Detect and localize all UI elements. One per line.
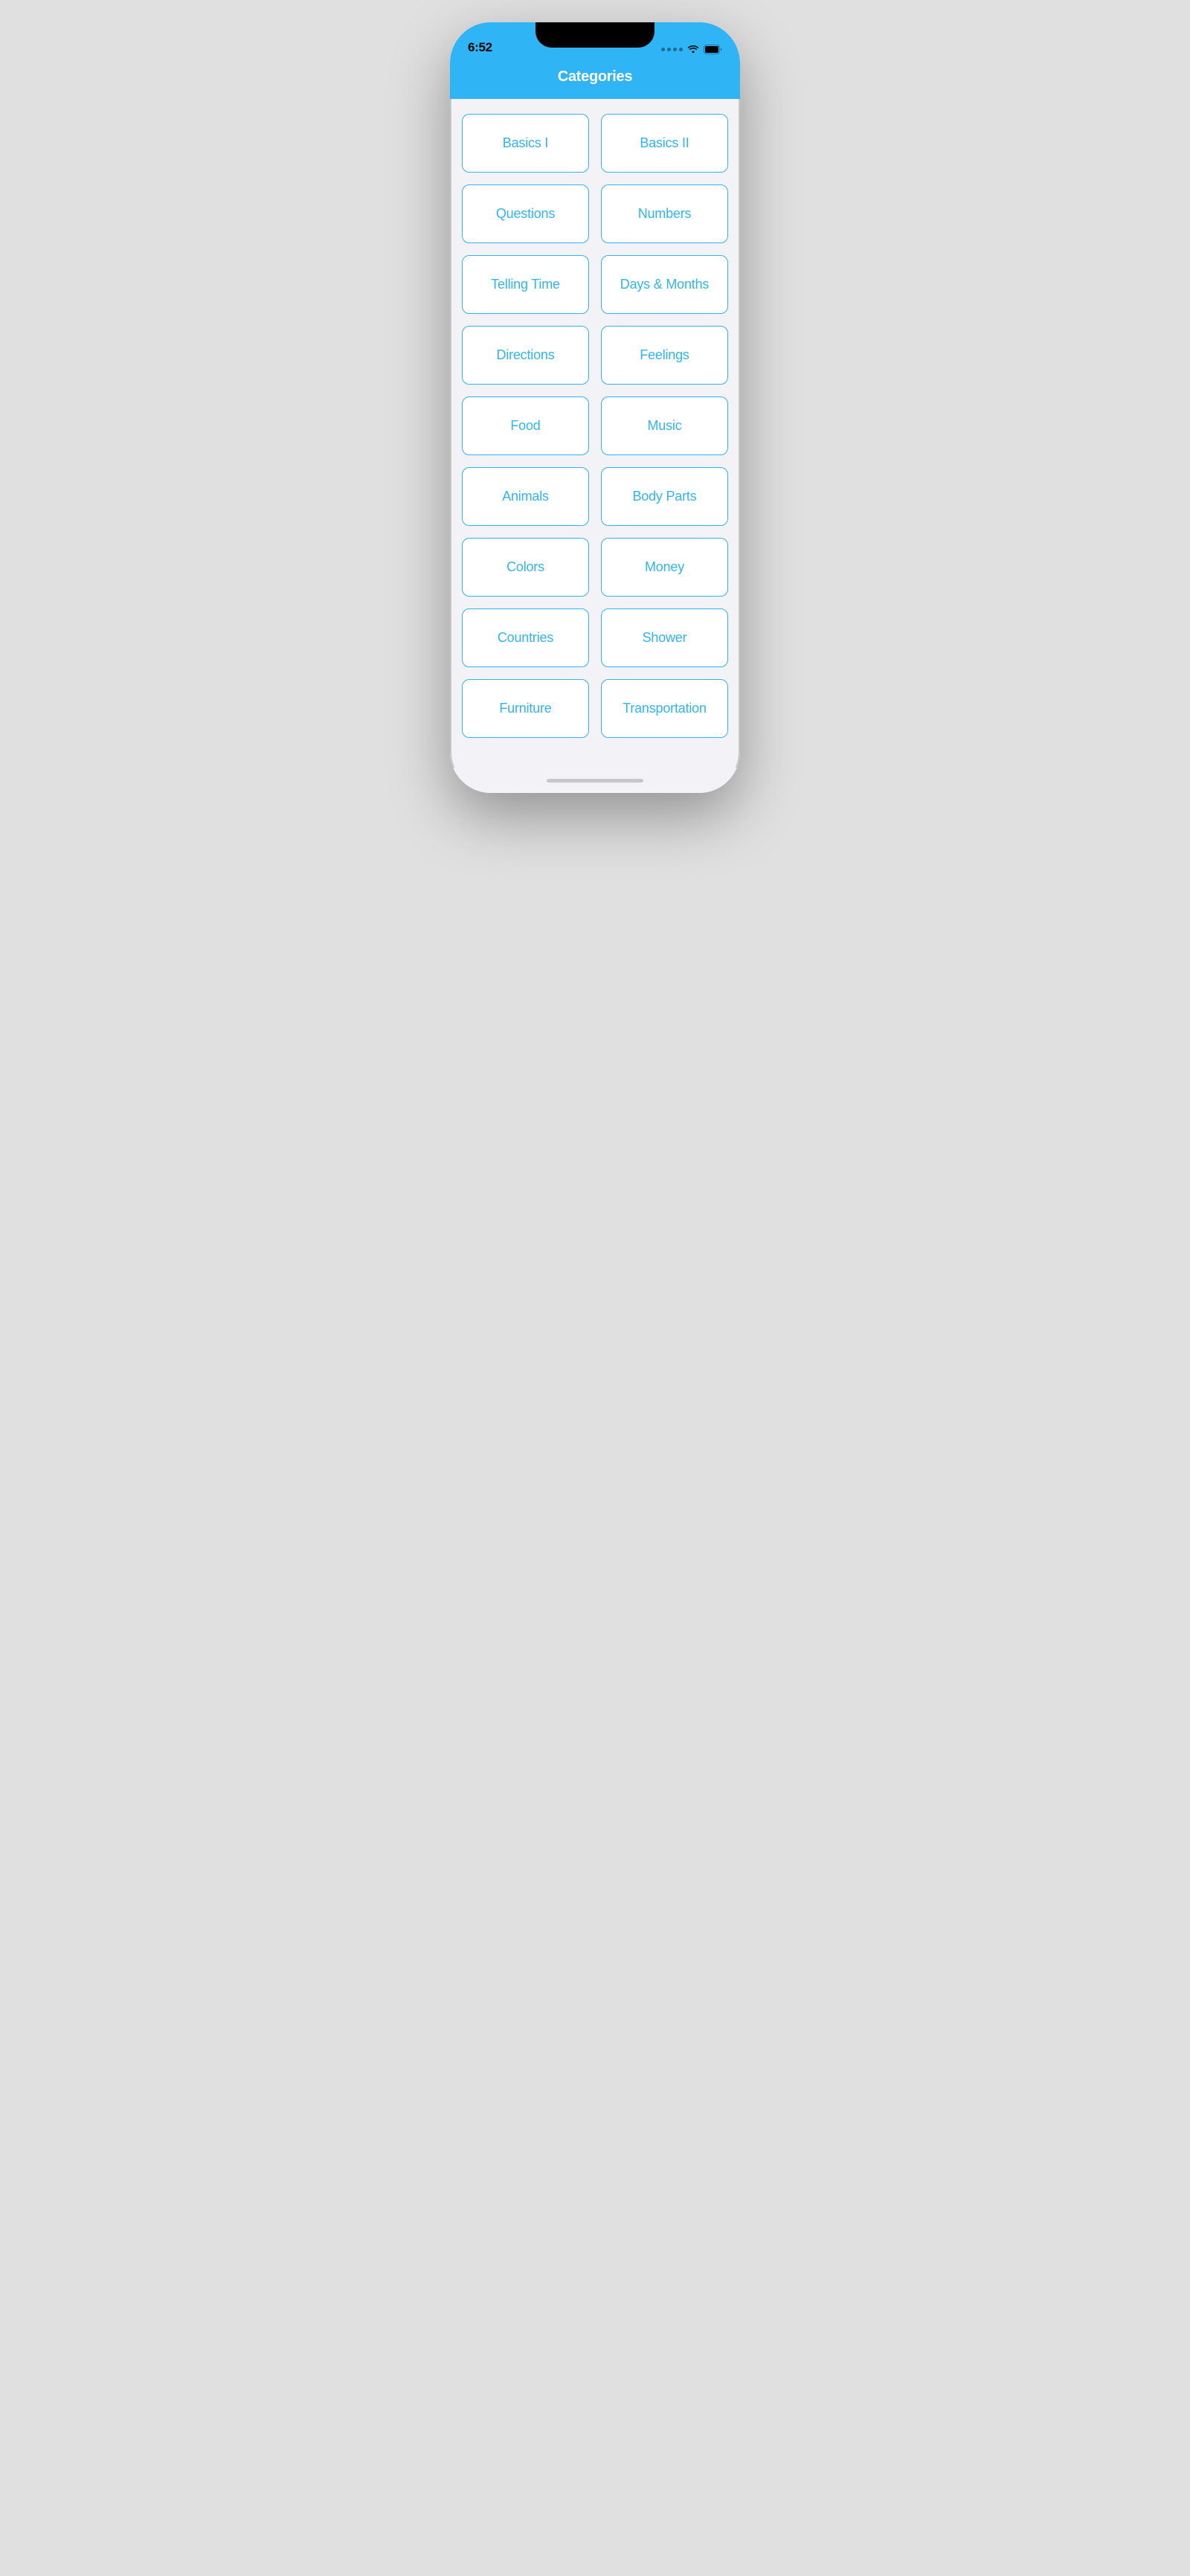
signal-dot [661, 48, 665, 51]
category-button[interactable]: Shower [601, 608, 728, 667]
app-header: Categories [450, 60, 740, 99]
category-label: Animals [502, 489, 549, 504]
category-label: Numbers [638, 206, 692, 221]
category-label: Directions [496, 347, 554, 362]
category-button[interactable]: Colors [462, 538, 589, 597]
notch [536, 22, 654, 48]
categories-grid: Basics I Basics II Questions Numbers Telling… [462, 114, 728, 738]
signal-dot [667, 48, 671, 51]
category-button[interactable]: Basics II [601, 114, 728, 173]
category-button[interactable]: Telling Time [462, 255, 589, 314]
category-label: Countries [498, 630, 553, 645]
signal-dot [673, 48, 677, 51]
category-button[interactable]: Numbers [601, 184, 728, 243]
battery-icon [704, 45, 722, 54]
category-label: Transportation [623, 701, 707, 716]
category-button[interactable]: Animals [462, 467, 589, 526]
header-title: Categories [558, 68, 632, 85]
category-button[interactable]: Music [601, 396, 728, 455]
category-label: Furniture [499, 701, 551, 716]
category-button[interactable]: Body Parts [601, 467, 728, 526]
signal-dots [661, 48, 683, 51]
category-label: Questions [496, 206, 555, 221]
category-button[interactable]: Questions [462, 184, 589, 243]
category-label: Shower [643, 630, 687, 645]
category-label: Food [510, 418, 540, 433]
category-label: Telling Time [491, 277, 560, 292]
category-label: Colors [506, 559, 544, 574]
category-button[interactable]: Food [462, 396, 589, 455]
home-bar [547, 779, 643, 783]
category-button[interactable]: Furniture [462, 679, 589, 738]
phone-frame: 6:52 [450, 22, 740, 793]
content-area: Basics I Basics II Questions Numbers Telling… [450, 99, 740, 768]
category-button[interactable]: Money [601, 538, 728, 597]
home-indicator [450, 768, 740, 793]
signal-dot [679, 48, 683, 51]
category-label: Basics II [640, 135, 689, 150]
category-button[interactable]: Countries [462, 608, 589, 667]
status-time: 6:52 [468, 40, 492, 55]
category-label: Basics I [503, 135, 548, 150]
wifi-icon [687, 43, 699, 55]
category-label: Music [647, 418, 681, 433]
category-button[interactable]: Directions [462, 326, 589, 385]
category-button[interactable]: Transportation [601, 679, 728, 738]
category-label: Feelings [640, 347, 689, 362]
category-label: Money [645, 559, 684, 574]
category-button[interactable]: Feelings [601, 326, 728, 385]
category-button[interactable]: Basics I [462, 114, 589, 173]
category-label: Days & Months [620, 277, 709, 292]
category-button[interactable]: Days & Months [601, 255, 728, 314]
category-label: Body Parts [632, 489, 696, 504]
status-icons [661, 43, 722, 55]
